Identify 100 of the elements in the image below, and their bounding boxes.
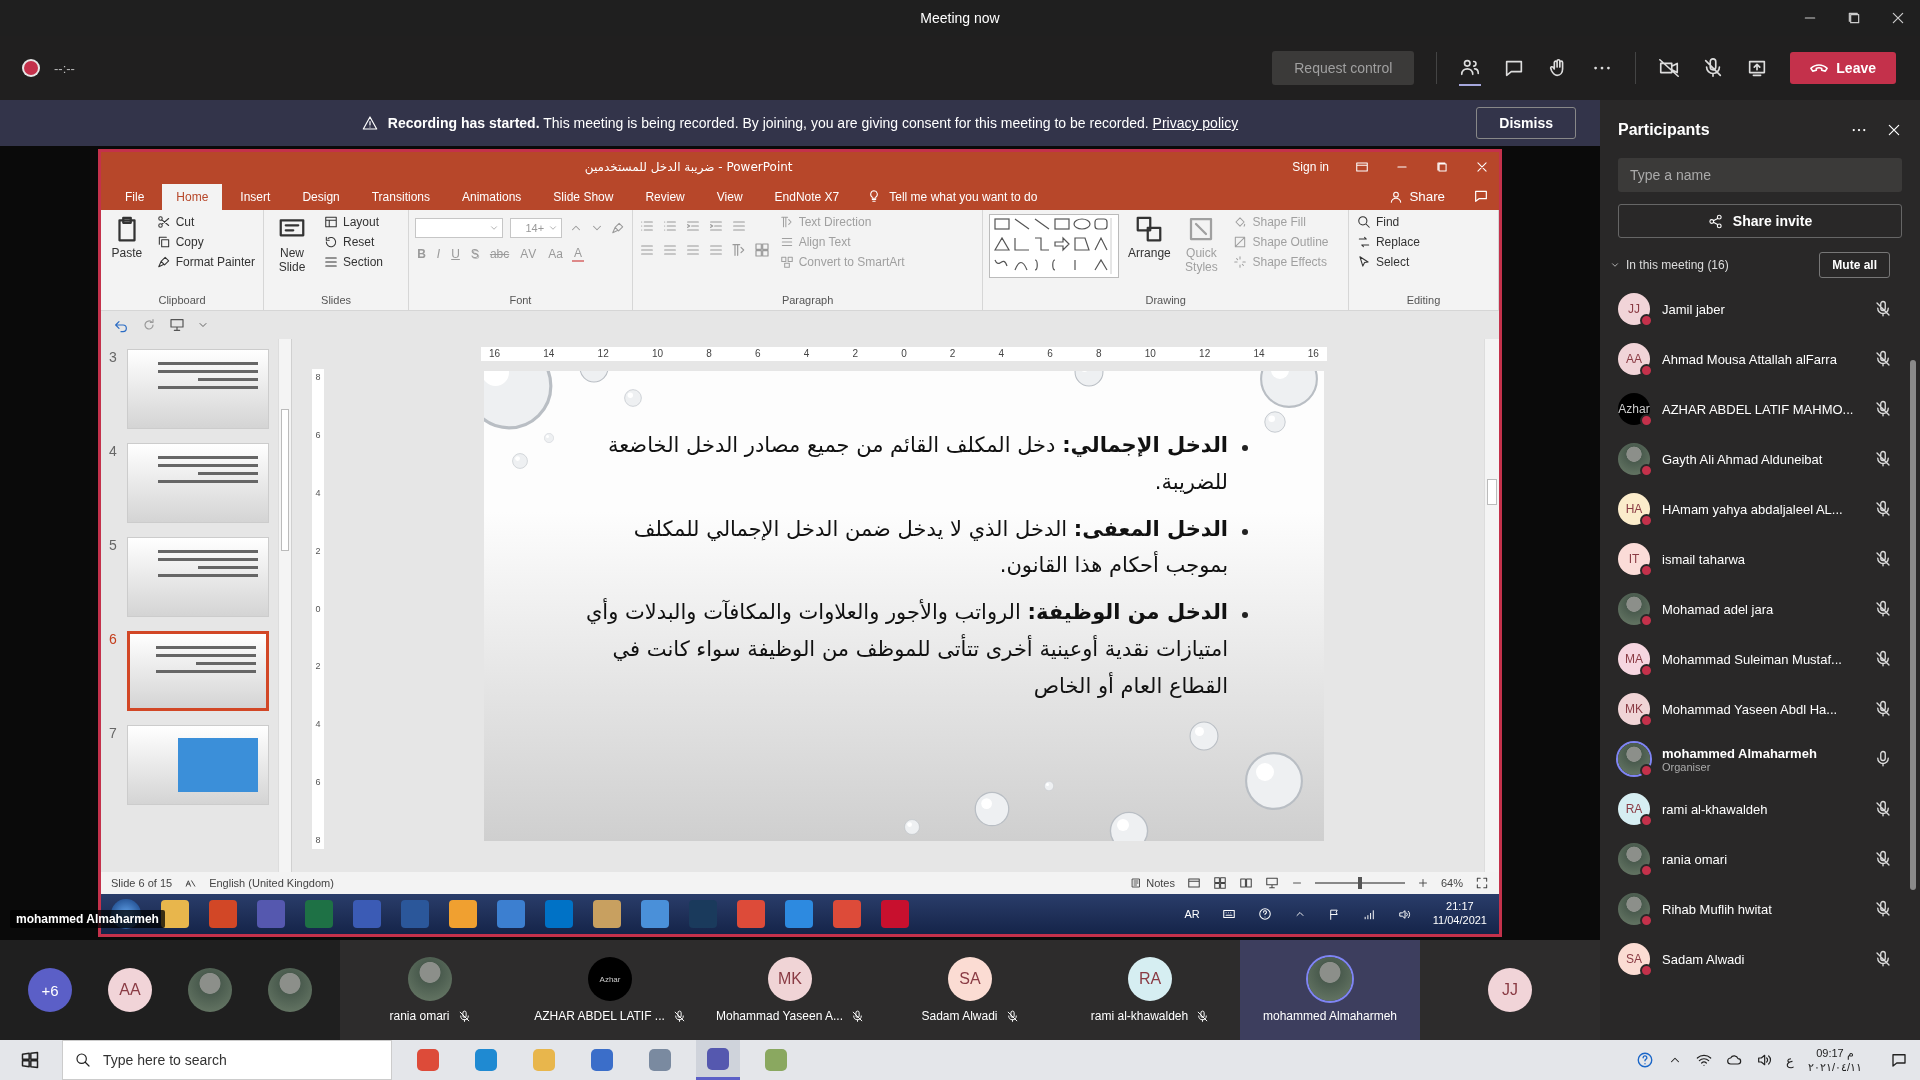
status-badge	[1640, 764, 1653, 777]
font-size-field[interactable]: 14+	[510, 218, 563, 238]
slide-thumbnail[interactable]	[127, 349, 269, 429]
ribbon-button[interactable]: Format Painter	[154, 254, 257, 270]
search-field[interactable]: Type here to search	[62, 1040, 392, 1080]
ribbon-tab[interactable]: Slide Show	[539, 184, 628, 210]
scrollbar[interactable]	[278, 339, 291, 872]
ribbon-tab[interactable]: Home	[162, 184, 223, 210]
slide-thumbnail[interactable]	[127, 631, 269, 711]
brush-icon[interactable]	[611, 221, 626, 235]
scrollbar[interactable]	[1484, 339, 1499, 872]
ribbon-tab[interactable]: Review	[631, 184, 699, 210]
normal-view-icon[interactable]	[1186, 876, 1201, 890]
privacy-policy-link[interactable]: Privacy policy	[1152, 115, 1239, 131]
format-button[interactable]: S	[468, 247, 481, 261]
ribbon-button[interactable]: Section	[322, 254, 386, 270]
restore-icon[interactable]	[1846, 10, 1862, 26]
signal-icon[interactable]	[1362, 907, 1376, 921]
input-language[interactable]: ع	[1785, 1052, 1794, 1068]
close-icon[interactable]	[1890, 10, 1906, 26]
leave-button[interactable]: Leave	[1790, 52, 1896, 84]
sign-in-link[interactable]: Sign in	[1292, 160, 1329, 174]
clock-date: 11/04/2021	[1432, 914, 1487, 928]
zoom-thumb[interactable]	[1357, 877, 1362, 889]
ribbon-tab[interactable]: Design	[288, 184, 354, 210]
clock-time: 09:17 م	[1816, 1045, 1854, 1060]
mic-off-icon	[1874, 500, 1892, 518]
reset-icon	[324, 235, 338, 249]
video-tile[interactable]: Azhar AZHAR ABDEL LATIF ...	[520, 940, 700, 1040]
app-icon[interactable]	[161, 900, 189, 928]
flag-icon[interactable]	[1327, 907, 1341, 921]
dismiss-button[interactable]: Dismiss	[1476, 107, 1576, 139]
slide-canvas[interactable]	[484, 371, 1324, 841]
mic-off-icon	[1874, 400, 1892, 418]
camera-off-icon[interactable]	[1658, 57, 1681, 79]
normal-view-icon[interactable]	[1355, 160, 1369, 174]
search-field[interactable]: Type a name	[1618, 158, 1902, 192]
input-language[interactable]: AR	[1184, 908, 1200, 920]
clock-time: 21:17	[1446, 900, 1474, 914]
ribbon-button[interactable]: Copy	[154, 234, 257, 250]
font-name-field[interactable]	[415, 218, 504, 238]
restore-icon[interactable]	[1435, 160, 1449, 174]
projector-icon[interactable]	[169, 317, 185, 333]
ribbon-button[interactable]: Layout	[322, 214, 386, 230]
video-tile[interactable]: rania omari	[340, 940, 520, 1040]
video-tile[interactable]: MK Mohammad Yaseen A...	[700, 940, 880, 1040]
ribbon-tab[interactable]: View	[702, 184, 757, 210]
tell-me-field[interactable]: Tell me what you want to do	[885, 184, 1048, 210]
section-toggle[interactable]: In this meeting (16)	[1610, 258, 1729, 272]
fit-icon[interactable]	[1475, 876, 1489, 890]
ribbon-button[interactable]: Paste	[107, 214, 147, 261]
ribbon-button[interactable]: Arrange	[1127, 214, 1172, 261]
slide-thumbnail[interactable]	[127, 443, 269, 523]
projector-icon[interactable]	[1264, 876, 1279, 890]
book-icon[interactable]	[1238, 876, 1253, 890]
keyboard-icon[interactable]	[1221, 907, 1236, 921]
taskbar-app[interactable]	[696, 1040, 740, 1080]
video-tile[interactable]: SA Sadam Alwadi	[880, 940, 1060, 1040]
water-drop-drawing	[1109, 811, 1149, 841]
mute-all-button[interactable]: Mute all	[1819, 252, 1890, 278]
ribbon-tab[interactable]: Animations	[448, 184, 536, 210]
text-direction-icon[interactable]	[730, 242, 747, 258]
redo-icon[interactable]	[141, 317, 157, 333]
video-tile[interactable]: mohammed Almaharmeh	[1240, 940, 1420, 1040]
ribbon-button[interactable]: Cut	[154, 214, 257, 230]
more-participants-button[interactable]: +6	[28, 968, 72, 1012]
share-invite-button[interactable]: Share invite	[1618, 204, 1902, 238]
scrollbar[interactable]	[1910, 360, 1916, 890]
ribbon-button[interactable]: Reset	[322, 234, 386, 250]
ribbon-tab[interactable]: Insert	[226, 184, 285, 210]
ribbon-tab[interactable]: EndNote X7	[760, 184, 854, 210]
video-tile[interactable]: RA rami al-khawaldeh	[1060, 940, 1240, 1040]
chat-icon[interactable]	[1890, 1051, 1908, 1069]
ribbon-button[interactable]: Replace	[1354, 234, 1422, 250]
notes-button[interactable]: Notes	[1130, 877, 1175, 889]
plus-icon[interactable]	[1416, 877, 1429, 889]
volume-icon[interactable]	[1755, 1052, 1772, 1068]
ribbon-button[interactable]: Select	[1354, 254, 1422, 270]
slide-thumbnail[interactable]	[127, 725, 269, 805]
mic-off-icon	[1874, 850, 1892, 868]
participant-name: Mohammad Yaseen Abdl Ha...	[1662, 701, 1839, 717]
shapes-gallery[interactable]	[989, 214, 1120, 278]
ribbon-button[interactable]: New Slide	[270, 214, 314, 275]
share-button[interactable]: Share	[1375, 183, 1459, 210]
ribbon-button[interactable]: Find	[1354, 214, 1422, 230]
avatar: Azhar	[1618, 393, 1650, 425]
help-icon[interactable]	[1257, 907, 1272, 921]
volume-icon[interactable]	[1397, 907, 1411, 921]
ribbon-tab[interactable]: Transitions	[357, 184, 444, 210]
wifi-icon[interactable]	[1695, 1052, 1712, 1068]
avatar: RA	[1128, 957, 1172, 1001]
video-tile[interactable]: JJ	[1420, 940, 1600, 1040]
brush-icon	[156, 255, 171, 269]
close-icon[interactable]	[1886, 122, 1902, 138]
slide-thumbnail[interactable]	[127, 537, 269, 617]
grid-icon[interactable]	[1212, 876, 1227, 890]
cloud-icon[interactable]	[1725, 1052, 1742, 1068]
windows-icon[interactable]	[20, 1050, 40, 1070]
ribbon-tab[interactable]: File	[111, 184, 159, 210]
zoom-slider[interactable]	[1314, 877, 1405, 889]
